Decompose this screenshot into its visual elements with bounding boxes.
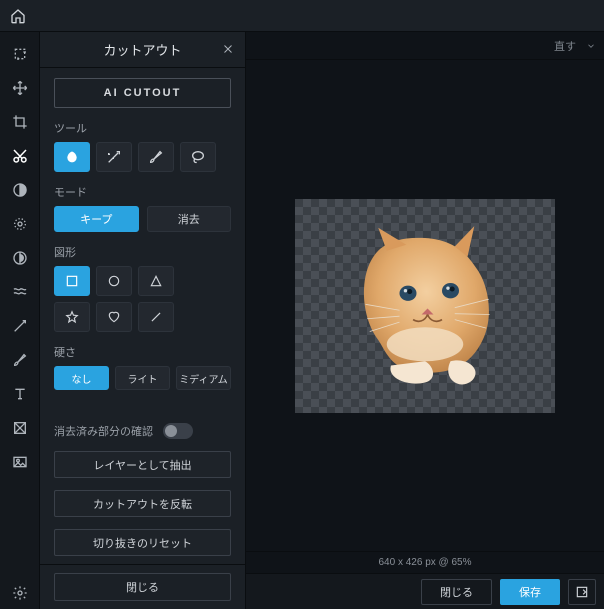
- erased-preview-toggle[interactable]: [163, 423, 193, 439]
- adjust-tool-icon[interactable]: [4, 174, 36, 206]
- effect-tool-icon[interactable]: [4, 208, 36, 240]
- canvas-area: 直す: [246, 32, 604, 609]
- bottom-save-button[interactable]: 保存: [500, 579, 560, 605]
- mode-keep-button[interactable]: キープ: [54, 206, 139, 232]
- transparency-checker: [295, 199, 555, 413]
- image-tool-icon[interactable]: [4, 446, 36, 478]
- tool-wand-button[interactable]: [96, 142, 132, 172]
- text-tool-icon[interactable]: [4, 378, 36, 410]
- hardness-none-button[interactable]: なし: [54, 366, 109, 390]
- reset-crop-button[interactable]: 切り抜きのリセット: [54, 529, 231, 556]
- move-tool-icon[interactable]: [4, 72, 36, 104]
- shape-heart-button[interactable]: [96, 302, 132, 332]
- contrast-tool-icon[interactable]: [4, 242, 36, 274]
- tool-lasso-button[interactable]: [180, 142, 216, 172]
- panel-close-button[interactable]: 閉じる: [54, 573, 231, 601]
- home-icon[interactable]: [6, 4, 30, 28]
- cutout-preview-image: [340, 221, 510, 391]
- chevron-down-icon[interactable]: [586, 41, 596, 51]
- left-tool-column: [0, 32, 40, 609]
- status-bar: 640 x 426 px @ 65%: [246, 551, 604, 573]
- pattern-tool-icon[interactable]: [4, 412, 36, 444]
- settings-icon[interactable]: [4, 577, 36, 609]
- mode-remove-button[interactable]: 消去: [147, 206, 232, 232]
- shape-triangle-button[interactable]: [138, 266, 174, 296]
- panel-title: カットアウト: [103, 40, 181, 59]
- top-bar: [0, 0, 604, 32]
- redo-label[interactable]: 直す: [554, 38, 576, 54]
- hardness-medium-button[interactable]: ミディアム: [176, 366, 231, 390]
- liquify-tool-icon[interactable]: [4, 276, 36, 308]
- shape-line-button[interactable]: [138, 302, 174, 332]
- invert-cutout-button[interactable]: カットアウトを反転: [54, 490, 231, 517]
- hardness-section-label: 硬さ: [54, 344, 231, 360]
- shape-circle-button[interactable]: [96, 266, 132, 296]
- close-icon[interactable]: [219, 40, 237, 58]
- extract-as-layer-button[interactable]: レイヤーとして抽出: [54, 451, 231, 478]
- canvas-stage[interactable]: [246, 60, 604, 551]
- cutout-panel: カットアウト AI CUTOUT ツール モード: [40, 32, 246, 609]
- hardness-light-button[interactable]: ライト: [115, 366, 170, 390]
- mode-section-label: モード: [54, 184, 231, 200]
- expand-icon[interactable]: [568, 579, 596, 605]
- brush-tool-icon[interactable]: [4, 344, 36, 376]
- heal-tool-icon[interactable]: [4, 310, 36, 342]
- ai-cutout-button[interactable]: AI CUTOUT: [54, 78, 231, 108]
- bottom-close-button[interactable]: 閉じる: [421, 579, 492, 605]
- tool-bucket-button[interactable]: [54, 142, 90, 172]
- erased-preview-label: 消去済み部分の確認: [54, 423, 153, 439]
- tool-brush-button[interactable]: [138, 142, 174, 172]
- tool-section-label: ツール: [54, 120, 231, 136]
- shape-square-button[interactable]: [54, 266, 90, 296]
- crop-tool-icon[interactable]: [4, 106, 36, 138]
- shape-star-button[interactable]: [54, 302, 90, 332]
- select-tool-icon[interactable]: [4, 38, 36, 70]
- bottom-bar: 閉じる 保存: [246, 573, 604, 609]
- shape-section-label: 図形: [54, 244, 231, 260]
- cutout-tool-icon[interactable]: [4, 140, 36, 172]
